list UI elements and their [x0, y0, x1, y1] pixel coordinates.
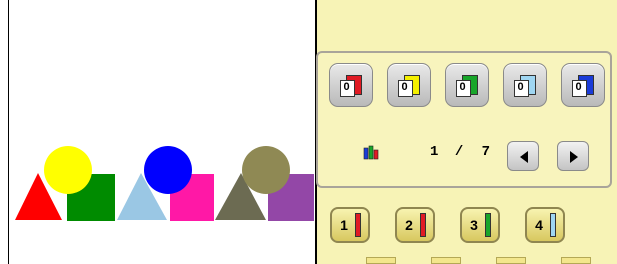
- prev-page-button[interactable]: [507, 141, 539, 171]
- swatch-number: 0: [459, 81, 466, 93]
- thread-swatch-1[interactable]: 0: [329, 63, 373, 107]
- needle-number: 1: [340, 217, 348, 233]
- needle-color-bar: [485, 213, 491, 237]
- design-artwork: [15, 146, 314, 221]
- swatch-number: 0: [575, 81, 582, 93]
- needle-color-bar: [355, 213, 361, 237]
- arrow-right-icon: [570, 151, 578, 163]
- design-circle-3: [242, 146, 290, 194]
- arrow-left-icon: [520, 151, 528, 163]
- page-indicator: 1 / 7: [430, 144, 490, 160]
- lower-needle-button-stub[interactable]: [366, 257, 396, 264]
- needle-color-bar: [420, 213, 426, 237]
- thread-swatch-5[interactable]: 0: [561, 63, 605, 107]
- needle-button-4[interactable]: 4: [525, 207, 565, 243]
- needle-button-3[interactable]: 3: [460, 207, 500, 243]
- thread-swatch-4[interactable]: 0: [503, 63, 547, 107]
- needle-color-bar: [550, 213, 556, 237]
- design-circle-1: [44, 146, 92, 194]
- lower-needle-button-stub[interactable]: [561, 257, 591, 264]
- needle-number: 3: [470, 217, 478, 233]
- thread-swatch-2[interactable]: 0: [387, 63, 431, 107]
- lower-needle-button-stub[interactable]: [496, 257, 526, 264]
- page-separator: /: [454, 144, 464, 160]
- design-circle-2: [144, 146, 192, 194]
- needle-button-1[interactable]: 1: [330, 207, 370, 243]
- page-total: 7: [481, 144, 491, 160]
- next-page-button[interactable]: [557, 141, 589, 171]
- needle-number: 4: [535, 217, 543, 233]
- thread-swatch-3[interactable]: 0: [445, 63, 489, 107]
- page-current: 1: [430, 144, 439, 160]
- swatch-number: 0: [343, 81, 350, 93]
- lower-needle-button-stub[interactable]: [431, 257, 461, 264]
- needle-number: 2: [405, 217, 413, 233]
- thread-colors-icon: [363, 145, 379, 160]
- swatch-number: 0: [517, 81, 524, 93]
- needle-button-2[interactable]: 2: [395, 207, 435, 243]
- swatch-number: 0: [401, 81, 408, 93]
- design-preview: [0, 0, 317, 264]
